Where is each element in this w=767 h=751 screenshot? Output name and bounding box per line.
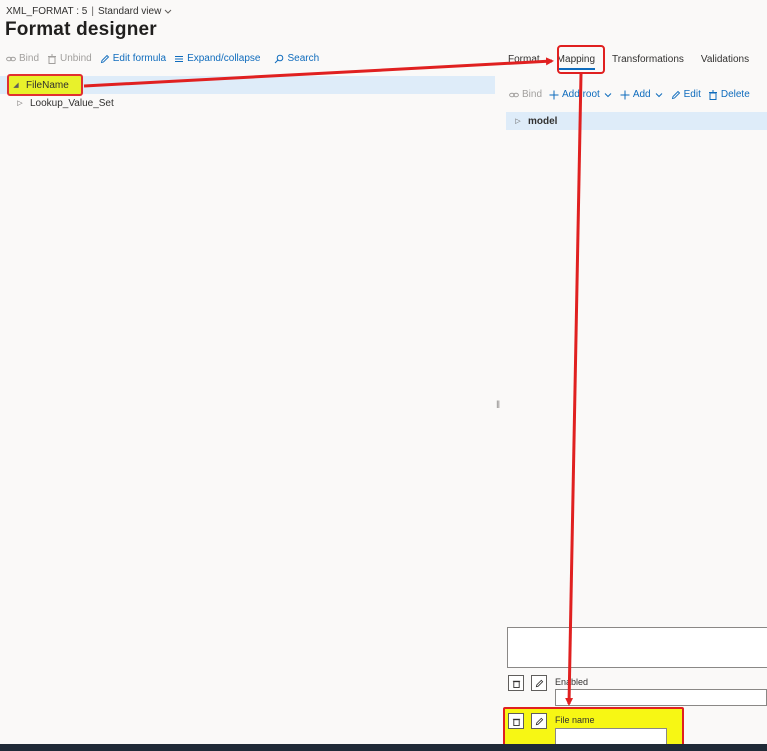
tree-item-filename-overlay: ◢ FileName [12, 76, 69, 94]
expand-collapse-label: Expand/collapse [187, 53, 261, 64]
page-title: Format designer [5, 19, 157, 40]
expanded-triangle-icon: ◢ [13, 82, 19, 89]
chevron-down-icon [164, 9, 172, 14]
expand-collapse-button[interactable]: Expand/collapse [174, 53, 260, 64]
collapsed-triangle-icon[interactable]: ▷ [16, 99, 24, 107]
pencil-icon [671, 90, 680, 99]
unbind-label: Unbind [60, 53, 92, 64]
chevron-down-icon [655, 92, 662, 97]
search-icon [275, 54, 284, 63]
trash-icon [512, 680, 520, 688]
tree-item-model[interactable]: ▷ model [506, 112, 767, 130]
trash-icon [512, 718, 520, 726]
collapsed-triangle-icon[interactable]: ▷ [514, 117, 522, 125]
link-icon [509, 92, 519, 97]
pane-splitter-handle[interactable]: ‖ [496, 400, 500, 411]
formula-textarea[interactable] [507, 627, 767, 668]
search-button[interactable]: Search [274, 53, 319, 64]
file-name-edit-button[interactable] [531, 713, 547, 729]
list-icon [175, 55, 184, 62]
pencil-icon [535, 717, 543, 725]
edit-label: Edit [683, 89, 701, 100]
mapping-bind-button[interactable]: Bind [509, 89, 542, 100]
tab-format[interactable]: Format [508, 54, 540, 70]
tree-item-label: Lookup_Value_Set [30, 97, 114, 109]
add-button[interactable]: Add [620, 89, 664, 100]
unbind-button[interactable]: Unbind [47, 53, 92, 64]
enabled-edit-button[interactable] [531, 675, 547, 691]
pencil-icon [100, 54, 109, 63]
view-label: Standard view [97, 6, 162, 17]
plus-icon [549, 90, 559, 99]
enabled-label: Enabled [555, 677, 589, 687]
link-icon [6, 56, 16, 61]
enabled-field[interactable] [555, 689, 767, 706]
delete-button[interactable]: Delete [708, 89, 750, 100]
add-label: Add [632, 89, 651, 100]
bind-button[interactable]: Bind [6, 53, 39, 64]
chevron-down-icon [604, 92, 612, 97]
breadcrumb: XML_FORMAT : 5 | Standard view [6, 6, 172, 17]
trash-icon [48, 54, 57, 64]
tab-transformations[interactable]: Transformations [612, 54, 684, 70]
file-name-delete-button[interactable] [508, 713, 524, 729]
annotation-arrow-to-file-name [565, 73, 583, 706]
breadcrumb-separator: | [91, 6, 94, 17]
format-name: XML_FORMAT : 5 [6, 6, 88, 17]
file-name-label: File name [555, 715, 595, 725]
tree-item-label-overlay: FileName [26, 79, 69, 91]
trash-icon [708, 90, 717, 100]
tree-item-label: model [528, 115, 558, 127]
tab-validations[interactable]: Validations [701, 54, 749, 70]
edit-button[interactable]: Edit [671, 89, 701, 100]
mapping-toolbar: Bind Add root Add Edit Delete [509, 89, 750, 100]
edit-formula-button[interactable]: Edit formula [100, 53, 166, 64]
mapping-tab-annotation-box [557, 45, 605, 74]
file-name-field[interactable] [555, 728, 667, 745]
add-root-button[interactable]: Add root [549, 89, 613, 100]
designer-tabs: Format Mapping Transformations Validatio… [508, 54, 749, 70]
plus-icon [620, 90, 630, 99]
mapping-bind-label: Bind [522, 89, 543, 100]
format-toolbar: Bind Unbind Edit formula Expand/collapse… [6, 53, 319, 64]
edit-formula-label: Edit formula [112, 53, 167, 64]
view-selector[interactable]: Standard view [98, 6, 172, 17]
pencil-icon [535, 679, 543, 687]
taskbar-strip [0, 744, 767, 751]
tree-item-lookup-value-set[interactable]: ▷ Lookup_Value_Set [0, 94, 495, 112]
delete-label: Delete [720, 89, 750, 100]
add-root-label: Add root [562, 89, 600, 100]
bind-label: Bind [19, 53, 40, 64]
enabled-delete-button[interactable] [508, 675, 524, 691]
search-label: Search [287, 53, 320, 64]
